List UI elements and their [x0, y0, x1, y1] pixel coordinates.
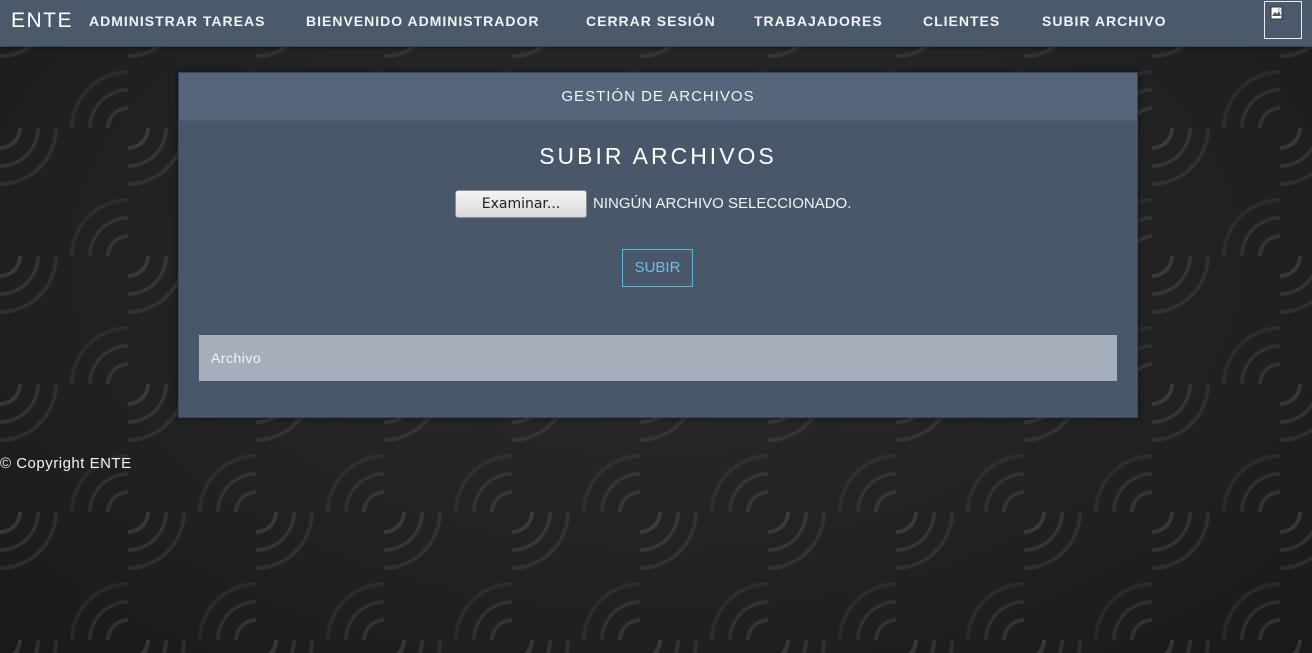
- panel-heading-title: GESTIÓN DE ARCHIVOS: [561, 88, 755, 105]
- upload-title: SUBIR ARCHIVOS: [539, 143, 777, 169]
- panel-heading: GESTIÓN DE ARCHIVOS: [179, 73, 1137, 121]
- browse-file-button[interactable]: Examinar...: [455, 190, 587, 218]
- nav-item-bienvenido-administrador[interactable]: BIENVENIDO ADMINISTRADOR: [306, 13, 540, 29]
- top-navbar: ENTE ADMINISTRAR TAREAS BIENVENIDO ADMIN…: [0, 0, 1312, 47]
- file-status-text: NINGÚN ARCHIVO SELECCIONADO.: [593, 195, 852, 212]
- submit-button[interactable]: SUBIR: [622, 249, 693, 287]
- nav-item-cerrar-sesion[interactable]: CERRAR SESIÓN: [586, 13, 716, 29]
- files-table-header-row: Archivo: [199, 335, 1117, 381]
- nav-item-trabajadores[interactable]: TRABAJADORES: [754, 13, 883, 29]
- nav-item-subir-archivo[interactable]: SUBIR ARCHIVO: [1042, 13, 1167, 29]
- brand-logo[interactable]: ENTE: [11, 9, 73, 33]
- profile-image-button[interactable]: [1264, 1, 1302, 39]
- nav-item-clientes[interactable]: CLIENTES: [923, 13, 1000, 29]
- file-management-panel: GESTIÓN DE ARCHIVOS SUBIR ARCHIVOS Exami…: [178, 72, 1138, 418]
- broken-image-icon: [1270, 6, 1283, 20]
- nav-item-administrar-tareas[interactable]: ADMINISTRAR TAREAS: [89, 13, 265, 29]
- footer-copyright: © Copyright ENTE: [0, 455, 132, 472]
- column-header-archivo[interactable]: Archivo: [211, 350, 261, 366]
